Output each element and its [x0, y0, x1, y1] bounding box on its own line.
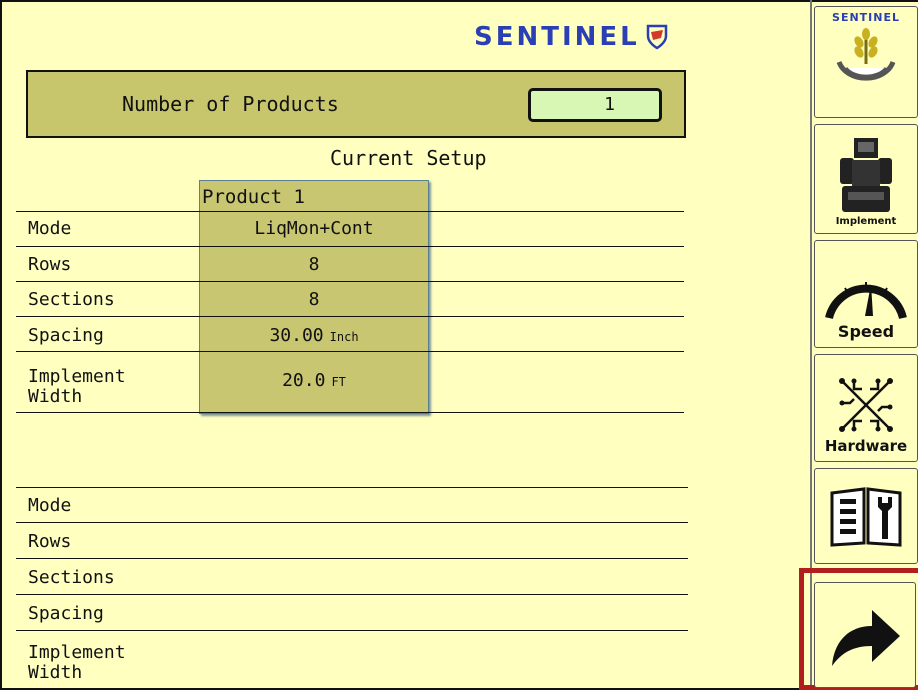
sentinel-logo: SENTINEL: [474, 20, 668, 54]
number-of-products-label: Number of Products: [122, 92, 339, 116]
row-unit: Inch: [329, 330, 359, 344]
row-value-text: 8: [308, 289, 320, 310]
row2-label-sections: Sections: [28, 567, 115, 588]
label-line: Width: [28, 662, 83, 683]
sidebar-brand: SENTINEL: [832, 11, 900, 24]
circuit-icon: [839, 378, 893, 432]
row-value-sections[interactable]: 8: [199, 289, 429, 310]
table-line: [16, 594, 688, 595]
speed-button[interactable]: Speed: [814, 240, 918, 348]
table-line: [16, 316, 684, 317]
table-line: [16, 211, 684, 212]
speedometer-icon: [825, 282, 907, 320]
implement-button[interactable]: Implement: [814, 124, 918, 234]
row-unit: FT: [331, 375, 346, 389]
table-line: [16, 281, 684, 282]
row2-label-spacing: Spacing: [28, 603, 104, 624]
tractor-icon: [840, 138, 892, 212]
table-line: [16, 522, 688, 523]
row-value-mode[interactable]: LiqMon+Cont: [199, 218, 429, 239]
label-line: Implement: [28, 366, 126, 387]
row-value-text: 30.00: [269, 325, 324, 346]
table-line: [16, 487, 688, 488]
number-of-products-input[interactable]: 1: [528, 88, 662, 122]
row-value-rows[interactable]: 8: [199, 254, 429, 275]
table-line: [16, 412, 684, 413]
shield-logo-icon: [646, 24, 667, 50]
home-button[interactable]: SENTINEL: [814, 6, 918, 118]
table-line: [16, 246, 684, 247]
label-line: Implement: [28, 642, 126, 663]
row2-label-mode: Mode: [28, 495, 72, 516]
row-label-implement-width: Implement Width: [28, 367, 126, 407]
row-value-text: 8: [308, 254, 320, 275]
row-value-text: LiqMon+Cont: [254, 218, 374, 239]
hardware-label: Hardware: [824, 437, 908, 455]
manual-button[interactable]: [814, 468, 918, 564]
number-of-products-panel: Number of Products 1: [26, 70, 686, 138]
manual-wrench-icon: [830, 487, 902, 547]
row-label-mode: Mode: [28, 218, 72, 239]
table-line: [16, 351, 684, 352]
row-label-rows: Rows: [28, 254, 72, 275]
row-value-implement-width[interactable]: 20.0 FT: [199, 370, 429, 391]
row-label-sections: Sections: [28, 289, 115, 310]
product-1-title: Product 1: [202, 186, 305, 208]
row-value-spacing[interactable]: 30.00 Inch: [199, 325, 429, 346]
implement-label: Implement: [835, 216, 897, 227]
row2-label-implement-width: Implement Width: [28, 643, 126, 683]
logo-text: SENTINEL: [474, 22, 640, 52]
table-line: [16, 558, 688, 559]
row-value-text: 20.0: [282, 370, 326, 391]
forward-arrow-icon: [832, 610, 900, 666]
label-line: Width: [28, 386, 83, 407]
row-label-spacing: Spacing: [28, 325, 104, 346]
current-setup-title: Current Setup: [330, 146, 487, 170]
hardware-button[interactable]: Hardware: [814, 354, 918, 462]
row2-label-rows: Rows: [28, 531, 72, 552]
crop-icon: [836, 28, 896, 81]
table-line: [16, 630, 688, 631]
next-button[interactable]: [814, 582, 916, 688]
speed-label: Speed: [837, 322, 895, 341]
